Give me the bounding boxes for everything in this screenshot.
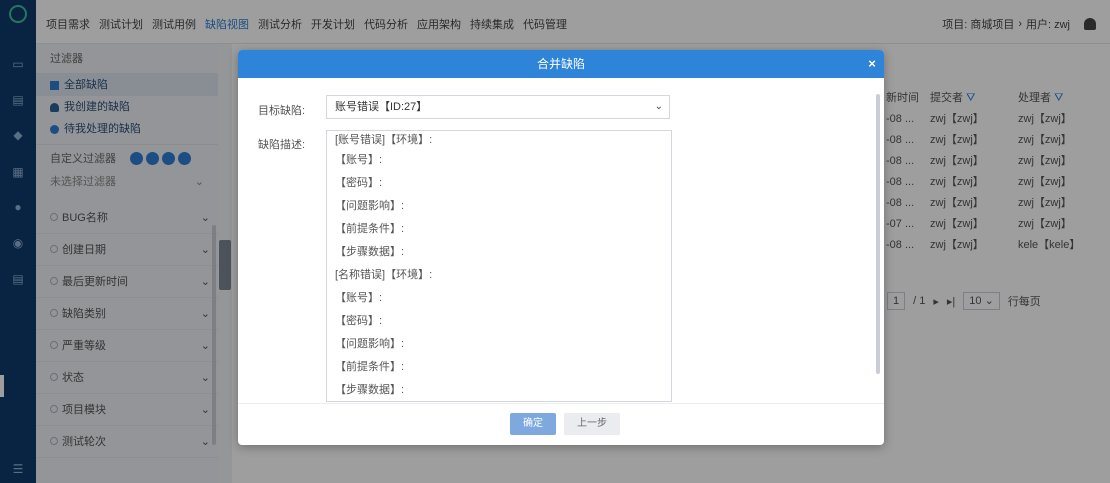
- description-line: 【密码】:: [335, 315, 383, 327]
- dialog-footer: 确定 上一步: [238, 403, 884, 445]
- description-line: 【问题影响】:: [335, 338, 405, 350]
- description-line: 【前提条件】:: [335, 361, 405, 373]
- target-defect-label: 目标缺陷:: [258, 105, 306, 117]
- description-line: [名称错误]【环境】:: [335, 269, 433, 281]
- previous-step-button[interactable]: 上一步: [564, 413, 620, 435]
- target-defect-select[interactable]: 账号错误【ID:27】 ⌄: [326, 95, 670, 119]
- dialog-scrollbar[interactable]: [876, 94, 880, 374]
- description-line: 【前提条件】:: [335, 223, 405, 235]
- description-line: 【步骤数据】:: [335, 246, 405, 258]
- dialog-header: 合并缺陷 ×: [238, 50, 884, 78]
- chevron-down-icon: ⌄: [654, 101, 663, 112]
- description-line: 【账号】:: [335, 292, 383, 304]
- defect-description-label: 缺陷描述:: [258, 139, 306, 151]
- confirm-button[interactable]: 确定: [510, 413, 556, 435]
- target-defect-value: 账号错误【ID:27】: [335, 101, 428, 113]
- description-line: 【问题影响】:: [335, 200, 405, 212]
- description-line: 【密码】:: [335, 177, 383, 189]
- description-line: [账号错误]【环境】:: [335, 134, 433, 146]
- dialog-title: 合并缺陷: [536, 57, 585, 71]
- close-icon[interactable]: ×: [866, 57, 878, 70]
- merge-defect-dialog: 合并缺陷 × 目标缺陷: 账号错误【ID:27】 ⌄ 缺陷描述: [账号错误]【…: [238, 50, 884, 445]
- defect-description-textarea[interactable]: [账号错误]【环境】: 【账号】: 【密码】: 【问题影响】: 【前提条件】: …: [326, 130, 672, 402]
- description-line: 【账号】:: [335, 154, 383, 166]
- description-line: 【步骤数据】:: [335, 384, 405, 396]
